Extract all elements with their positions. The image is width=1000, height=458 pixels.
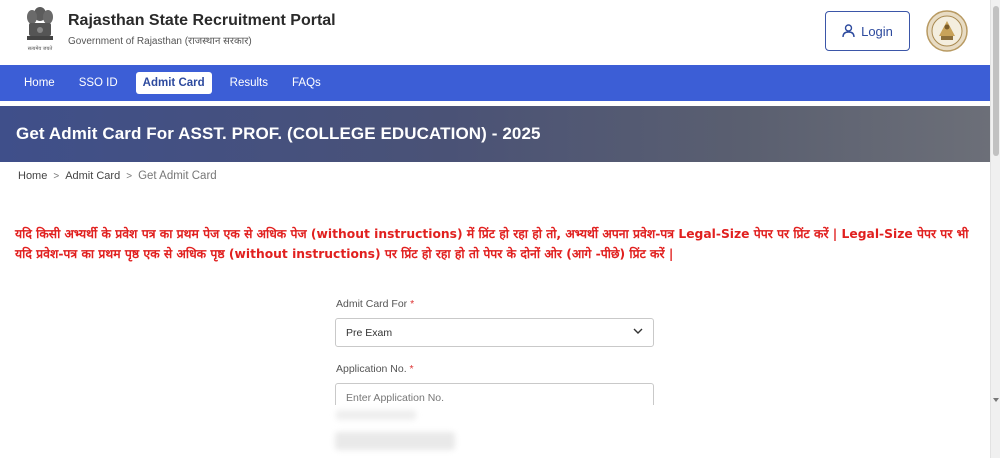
page-title: Get Admit Card For ASST. PROF. (COLLEGE …	[16, 124, 541, 143]
print-notice: यदि किसी अभ्यर्थी के प्रवेश पत्र का प्रथ…	[15, 227, 969, 261]
admit-card-for-label-text: Admit Card For	[336, 298, 408, 310]
breadcrumb: Home > Admit Card > Get Admit Card	[18, 170, 217, 182]
nav-faqs[interactable]: FAQs	[286, 73, 327, 93]
portal-title: Rajasthan State Recruitment Portal	[68, 12, 336, 29]
required-mark: *	[409, 363, 414, 375]
breadcrumb-separator: >	[126, 170, 133, 182]
nav-results[interactable]: Results	[224, 73, 274, 93]
site-header: सत्यमेव जयते Rajasthan State Recruitment…	[0, 0, 990, 65]
user-icon	[842, 24, 855, 38]
rajasthan-seal-icon	[926, 10, 968, 52]
chevron-down-icon	[633, 328, 643, 334]
breadcrumb-separator: >	[53, 170, 60, 182]
login-button[interactable]: Login	[825, 11, 910, 51]
breadcrumb-current: Get Admit Card	[138, 170, 217, 182]
ashoka-emblem-icon: सत्यमेव जयते	[27, 7, 53, 52]
application-no-label: Application No. *	[336, 363, 414, 375]
nav-home[interactable]: Home	[18, 73, 61, 93]
breadcrumb-admit-card[interactable]: Admit Card	[65, 170, 120, 182]
blurred-field-label	[336, 410, 416, 420]
portal-subtitle: Government of Rajasthan (राजस्थान सरकार)	[68, 36, 252, 47]
svg-text:सत्यमेव जयते: सत्यमेव जयते	[28, 45, 53, 52]
nav-sso-id[interactable]: SSO ID	[73, 73, 124, 93]
admit-card-for-label: Admit Card For *	[336, 298, 414, 310]
application-no-label-text: Application No.	[336, 363, 407, 375]
blurred-field	[335, 432, 455, 450]
main-nav: Home SSO ID Admit Card Results FAQs	[0, 65, 990, 101]
scrollbar[interactable]	[990, 0, 1000, 458]
blurred-overlay	[0, 405, 990, 458]
breadcrumb-home[interactable]: Home	[18, 170, 47, 182]
page-banner: Get Admit Card For ASST. PROF. (COLLEGE …	[0, 106, 990, 162]
scrollbar-thumb[interactable]	[993, 6, 999, 156]
scroll-down-arrow-icon[interactable]	[992, 396, 1000, 404]
admit-card-for-value: Pre Exam	[346, 326, 393, 339]
login-label: Login	[861, 23, 893, 39]
required-mark: *	[410, 298, 415, 310]
nav-admit-card[interactable]: Admit Card	[135, 72, 212, 94]
admit-card-for-select[interactable]: Pre Exam	[335, 318, 654, 347]
